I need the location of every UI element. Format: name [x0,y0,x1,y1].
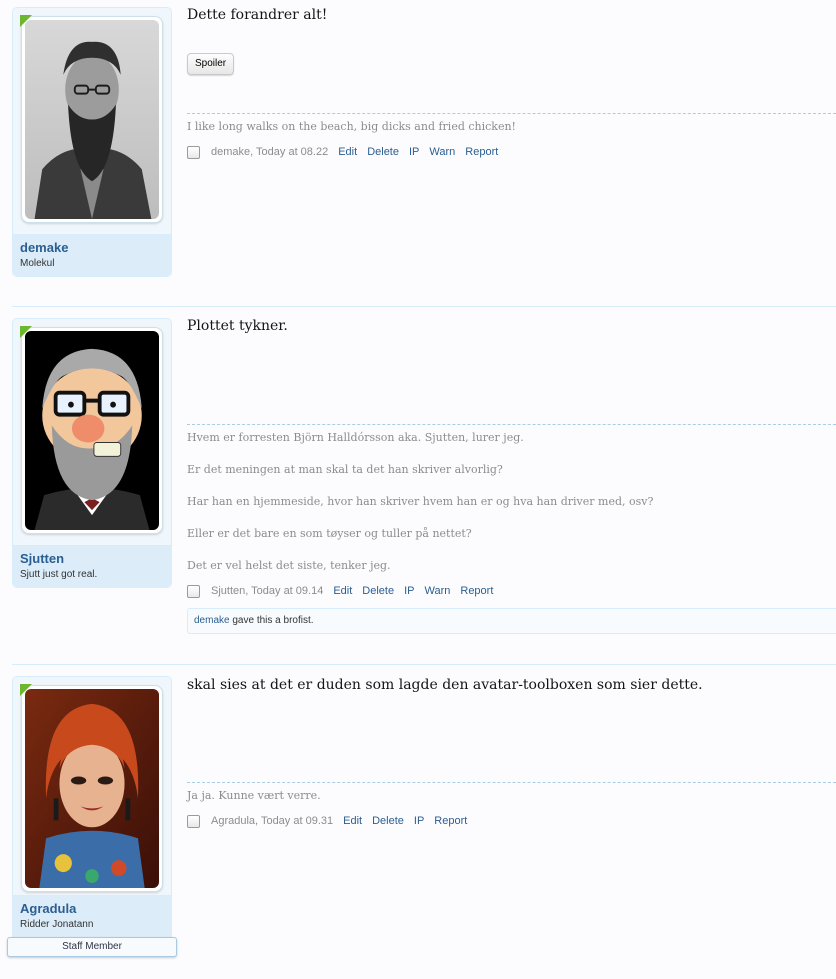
post-author-date[interactable]: Agradula, Today at 09.31 [211,815,333,827]
online-indicator [20,15,32,27]
signature-divider [187,782,836,783]
report-link[interactable]: Report [434,815,467,827]
username[interactable]: Agradula [20,901,164,916]
edit-link[interactable]: Edit [343,815,362,827]
online-indicator [20,684,32,696]
message-text: skal sies at det er duden som lagde den … [187,677,703,693]
ip-link[interactable]: IP [414,815,424,827]
avatar[interactable] [20,684,163,892]
select-checkbox[interactable] [187,814,200,828]
message-user-info: Agradula Ridder Jonatann [12,676,172,946]
online-indicator [20,326,32,338]
user-title: Ridder Jonatann [20,919,94,930]
signature-line: Ja ja. Kunne vært verre. [187,789,321,802]
message-meta: Agradula, Today at 09.31 Edit Delete IP … [187,813,477,829]
post-3: Agradula Ridder Jonatann Staff Member sk… [0,0,836,979]
staff-member-badge: Staff Member [7,937,177,957]
avatar-image [25,689,159,888]
delete-link[interactable]: Delete [372,815,404,827]
